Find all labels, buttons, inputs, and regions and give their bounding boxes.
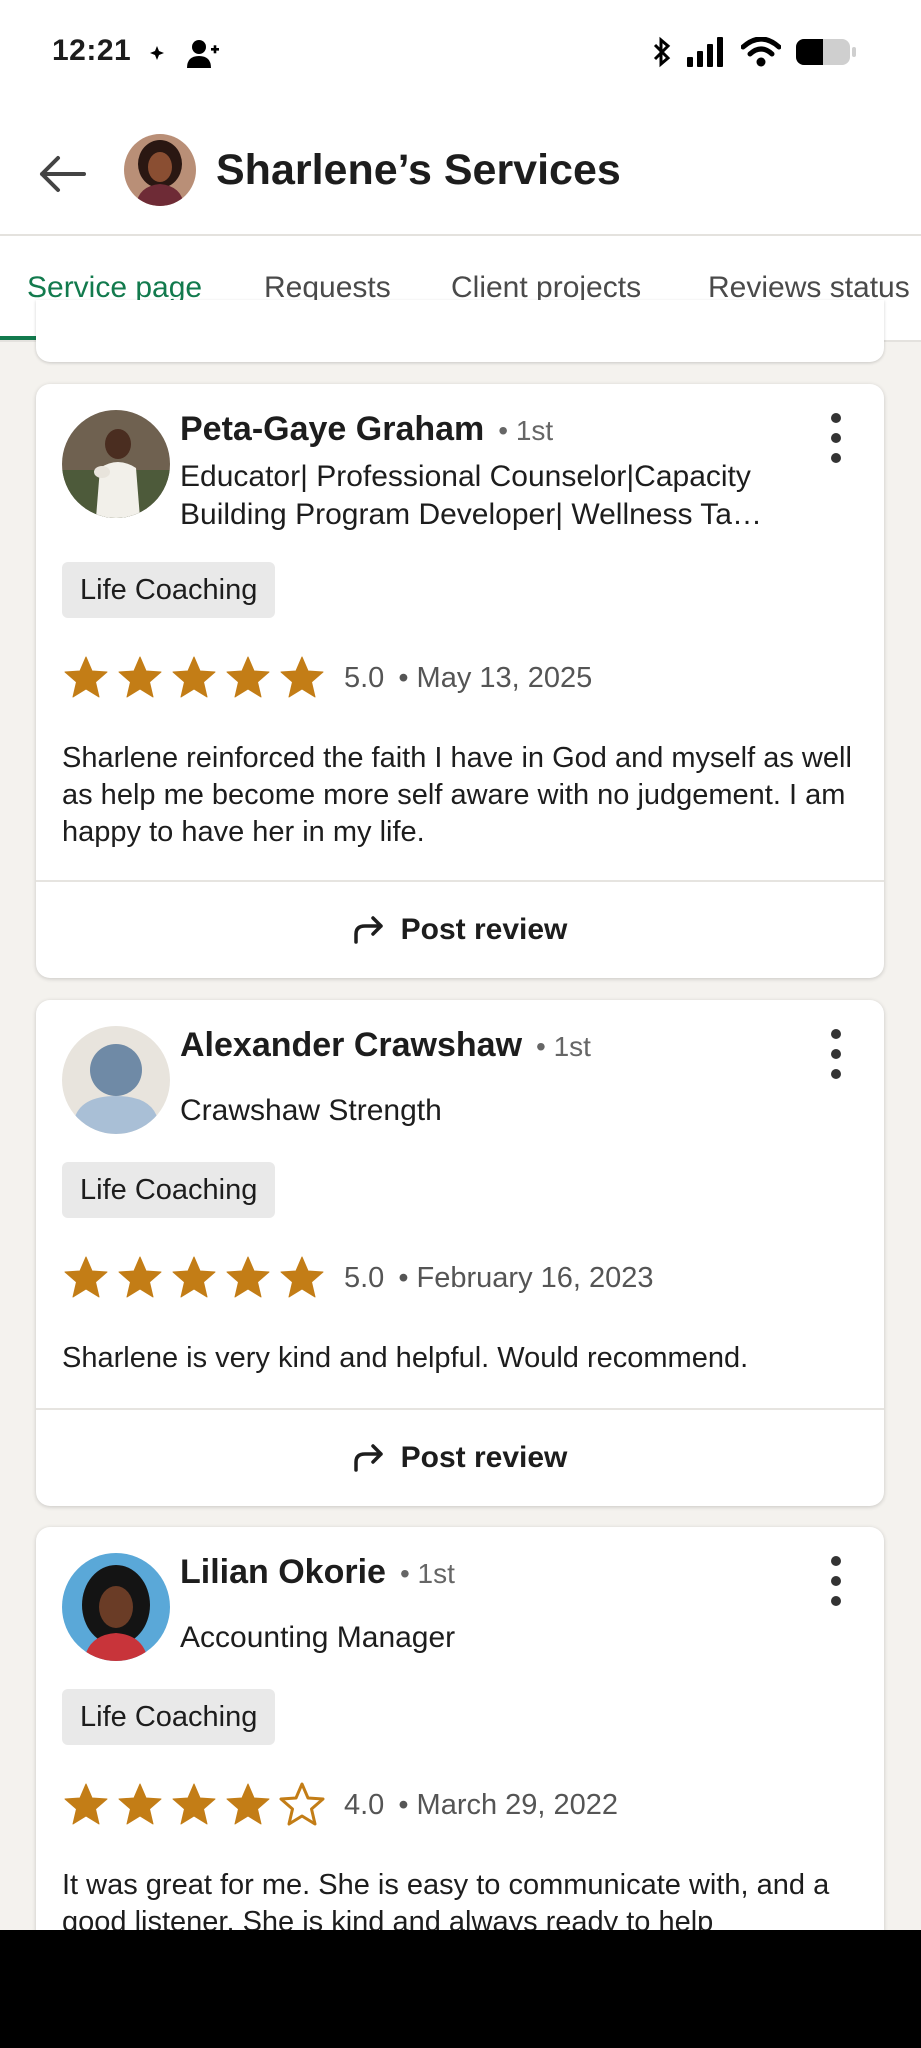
share-arrow-icon <box>353 916 383 944</box>
star-filled-icon <box>226 656 270 698</box>
review-card: Lilian Okorie • 1st Accounting Manager Li… <box>36 1527 884 1987</box>
reviewer-avatar[interactable] <box>62 1026 170 1134</box>
star-filled-icon <box>64 1783 108 1825</box>
previous-review-card <box>36 300 884 362</box>
more-vertical-icon <box>831 413 841 463</box>
connection-degree: • 1st <box>498 415 554 446</box>
post-review-label: Post review <box>400 913 568 946</box>
star-filled-icon <box>118 1783 162 1825</box>
post-review-button[interactable]: Post review <box>36 1410 884 1506</box>
header-avatar[interactable] <box>124 134 196 206</box>
rating-value: 5.0 <box>344 661 385 694</box>
rating-value: 4.0 <box>344 1788 385 1821</box>
headline-line: Educator| Professional Counselor|Capacit… <box>180 460 751 493</box>
reviewer-name[interactable]: Alexander Crawshaw <box>180 1026 522 1064</box>
cellular-signal-icon <box>687 37 723 67</box>
star-filled-icon <box>172 656 216 698</box>
app-header: Sharlene’s Services <box>0 110 921 236</box>
review-text: Sharlene is very kind and helpful. Would… <box>62 1342 749 1374</box>
reviewer-name[interactable]: Peta-Gaye Graham <box>180 410 484 448</box>
service-tag: Life Coaching <box>62 1689 276 1745</box>
page-title: Sharlene’s Services <box>216 146 621 194</box>
star-rating <box>62 1254 326 1302</box>
review-text: Sharlene reinforced the faith I have in … <box>62 742 852 848</box>
back-arrow-icon <box>40 156 86 192</box>
system-navigation-bar <box>0 1930 921 2048</box>
more-vertical-icon <box>831 1029 841 1079</box>
status-time: 12:21 <box>52 34 132 67</box>
post-review-label: Post review <box>400 1441 568 1474</box>
star-filled-icon <box>226 1256 270 1298</box>
star-rating <box>62 1781 326 1829</box>
reviewer-avatar[interactable] <box>62 1553 170 1661</box>
rating-row: 4.0 • March 29, 2022 <box>62 1781 618 1829</box>
status-icons-right <box>651 36 857 68</box>
review-card: Alexander Crawshaw • 1st Crawshaw Strengt… <box>36 1000 884 1506</box>
reviewer-name-row: Lilian Okorie • 1st <box>180 1553 455 1592</box>
star-filled-icon <box>280 1256 324 1298</box>
reviewer-headline: Educator| Professional Counselor|Capacit… <box>180 458 820 534</box>
more-vertical-icon <box>831 1556 841 1606</box>
share-arrow-icon <box>353 1444 383 1472</box>
status-bar: 12:21 <box>0 0 921 110</box>
star-filled-icon <box>226 1783 270 1825</box>
star-filled-icon <box>280 656 324 698</box>
post-review-button[interactable]: Post review <box>36 882 884 978</box>
reviewer-name[interactable]: Lilian Okorie <box>180 1553 386 1591</box>
review-card: Peta-Gaye Graham • 1st Educator| Professi… <box>36 384 884 978</box>
reviewer-name-row: Alexander Crawshaw • 1st <box>180 1026 591 1065</box>
service-tag: Life Coaching <box>62 562 276 618</box>
rating-row: 5.0 • May 13, 2025 <box>62 654 592 702</box>
review-date: • February 16, 2023 <box>398 1261 654 1294</box>
review-date: • March 29, 2022 <box>398 1788 619 1821</box>
star-filled-icon <box>172 1783 216 1825</box>
battery-icon <box>796 39 856 65</box>
rating-row: 5.0 • February 16, 2023 <box>62 1254 654 1302</box>
location-arrow-icon <box>150 46 164 60</box>
status-icons-left <box>150 38 220 68</box>
star-rating <box>62 654 326 702</box>
bluetooth-icon <box>653 36 671 68</box>
more-options-button[interactable] <box>824 1553 848 1609</box>
reviewer-name-row: Peta-Gaye Graham • 1st <box>180 410 553 449</box>
connection-degree: • 1st <box>536 1031 591 1062</box>
more-options-button[interactable] <box>824 410 848 466</box>
reviewer-avatar[interactable] <box>62 410 170 518</box>
wifi-icon <box>741 37 781 67</box>
star-filled-icon <box>118 656 162 698</box>
headline-line: Building Program Developer| Wellness Ta… <box>180 498 762 531</box>
star-filled-icon <box>172 1256 216 1298</box>
review-date: • May 13, 2025 <box>398 661 593 694</box>
reviewer-headline: Crawshaw Strength <box>180 1094 442 1127</box>
star-filled-icon <box>64 1256 108 1298</box>
star-filled-icon <box>64 656 108 698</box>
more-options-button[interactable] <box>824 1026 848 1082</box>
connection-degree: • 1st <box>399 1558 455 1589</box>
star-filled-icon <box>118 1256 162 1298</box>
star-outline-icon <box>279 1782 325 1826</box>
reviewer-headline: Accounting Manager <box>180 1621 456 1654</box>
rating-value: 5.0 <box>344 1261 385 1294</box>
back-button[interactable] <box>34 146 90 202</box>
person-add-icon <box>187 40 219 68</box>
service-tag: Life Coaching <box>62 1162 276 1218</box>
